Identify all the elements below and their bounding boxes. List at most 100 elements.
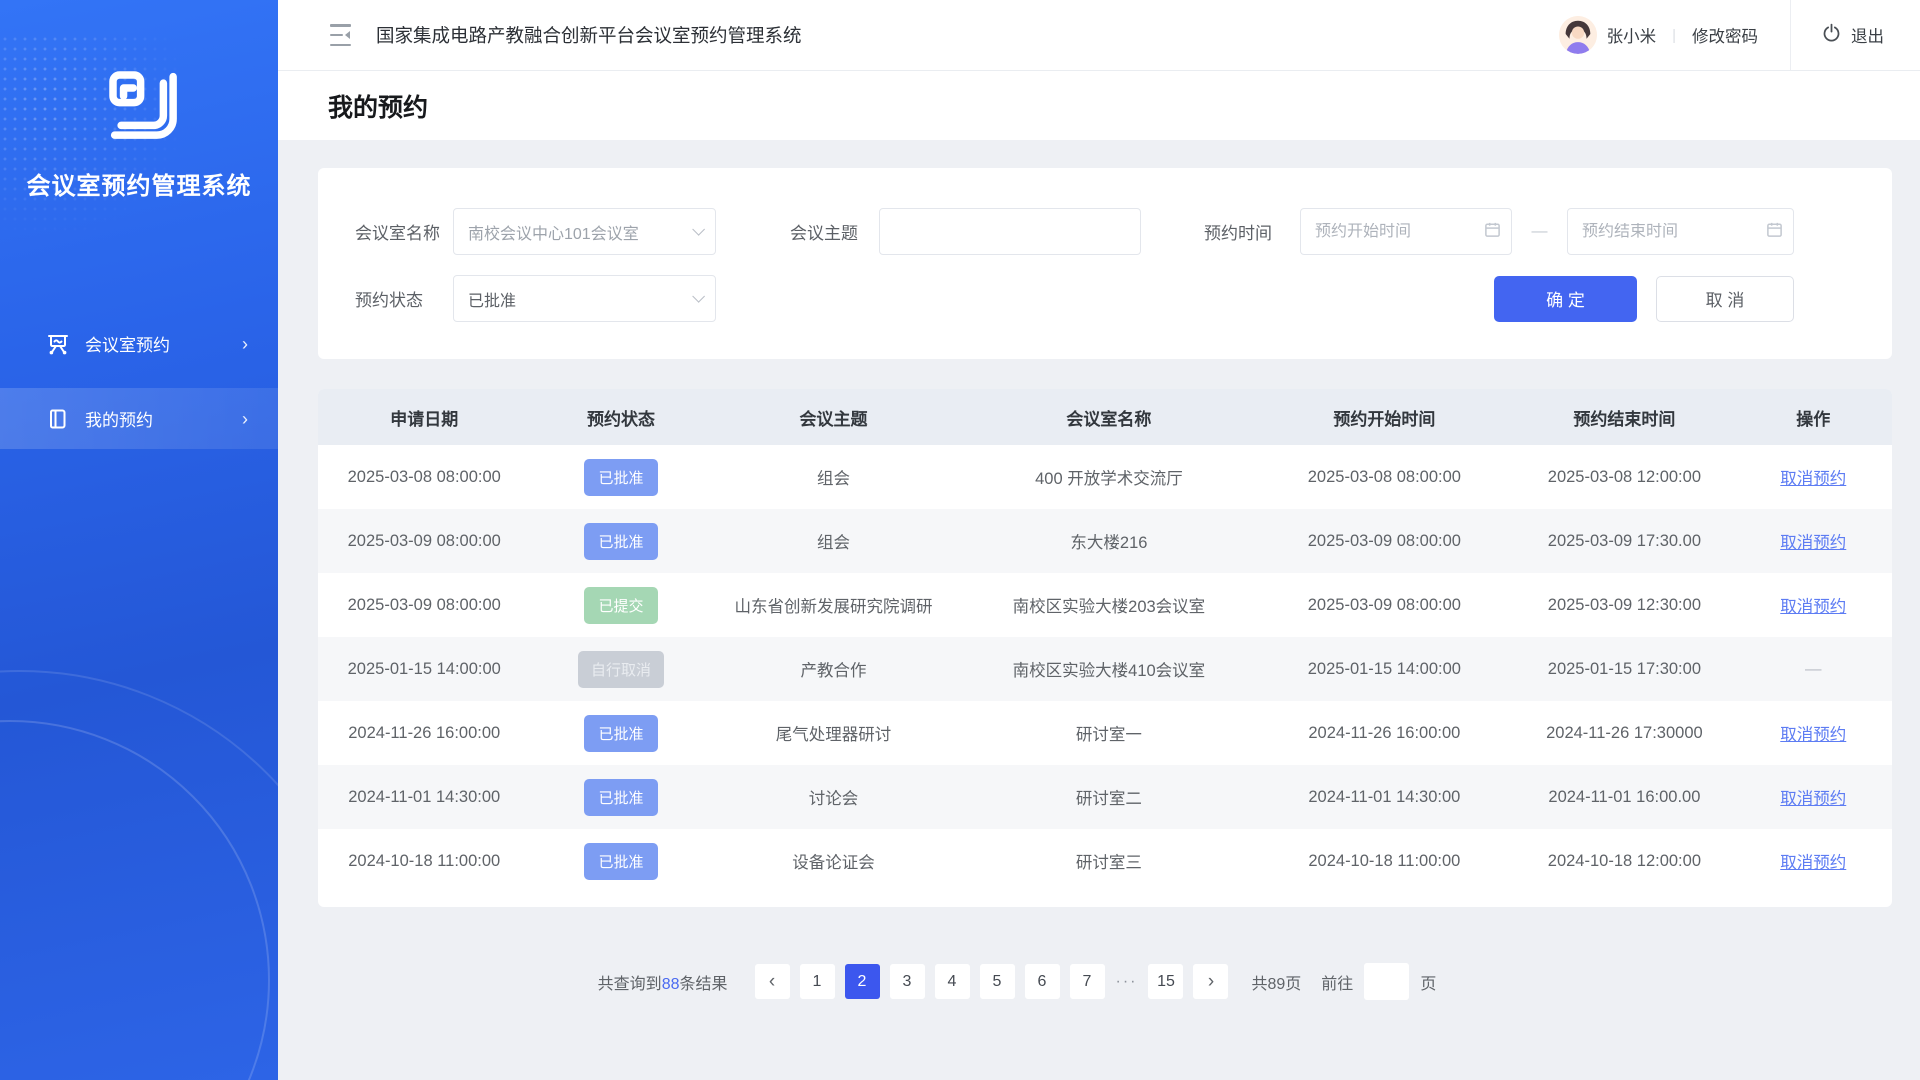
meeting-subject-input[interactable] — [894, 223, 1126, 241]
sidebar-item-room-reservation[interactable]: 会议室预约 › — [0, 313, 278, 374]
cell-start-time: 2025-03-09 08:00:00 — [1262, 596, 1506, 615]
cell-action: 取消预约 — [1742, 529, 1884, 553]
sidebar-item-label: 我的预约 — [85, 406, 153, 431]
cell-apply-date: 2025-03-08 08:00:00 — [318, 468, 530, 487]
sidebar-curve-decoration — [0, 670, 278, 1080]
end-time-input[interactable] — [1582, 223, 1762, 241]
cell-action: 取消预约 — [1742, 785, 1884, 809]
column-header: 申请日期 — [318, 405, 530, 430]
column-header: 预约结束时间 — [1506, 405, 1742, 430]
table-row: 2025-03-08 08:00:00 已批准 组会 400 开放学术交流厅 2… — [318, 445, 1892, 509]
cell-start-time: 2025-01-15 14:00:00 — [1262, 660, 1506, 679]
cell-status: 已批准 — [530, 843, 711, 880]
logout-label: 退出 — [1851, 23, 1884, 47]
app-title: 国家集成电路产教融合创新平台会议室预约管理系统 — [376, 22, 802, 48]
reservation-status-label: 预约状态 — [355, 286, 453, 311]
cell-subject: 产教合作 — [711, 657, 955, 681]
cancel-reservation-link[interactable]: 取消预约 — [1780, 534, 1846, 552]
username: 张小米 — [1607, 23, 1657, 47]
table-row: 2024-11-26 16:00:00 已批准 尾气处理器研讨 研讨室一 202… — [318, 701, 1892, 765]
page-button[interactable]: 15 — [1148, 964, 1183, 999]
room-name-select-value: 南校会议中心101会议室 — [468, 220, 639, 244]
sidebar-menu: 会议室预约 › 我的预约 › — [0, 313, 278, 449]
room-name-label: 会议室名称 — [355, 219, 453, 244]
cell-action: 取消预约 — [1742, 849, 1884, 873]
chevron-down-icon — [692, 290, 705, 303]
notebook-icon — [46, 407, 70, 431]
cell-status: 已批准 — [530, 459, 711, 496]
main-content: 会议室名称 南校会议中心101会议室 会议主题 预约时间 — [278, 140, 1920, 1080]
cell-room: 400 开放学术交流厅 — [955, 465, 1262, 489]
page-button-active[interactable]: 2 — [845, 964, 880, 999]
page-title-strip: 我的预约 — [278, 71, 1920, 140]
cell-end-time: 2024-11-26 17:30000 — [1506, 724, 1742, 743]
meeting-subject-label: 会议主题 — [790, 219, 879, 244]
start-time-input[interactable] — [1315, 223, 1480, 241]
cell-end-time: 2025-03-09 17:30.00 — [1506, 532, 1742, 551]
sidebar-dots-decoration — [0, 34, 180, 244]
cell-status: 已批准 — [530, 523, 711, 560]
confirm-button[interactable]: 确 定 — [1494, 276, 1637, 322]
menu-fold-icon[interactable] — [330, 24, 351, 46]
reservation-status-select[interactable]: 已批准 — [453, 275, 716, 322]
calendar-icon — [1766, 221, 1783, 243]
next-page-button[interactable]: › — [1193, 964, 1228, 999]
logout-button[interactable]: 退出 — [1790, 0, 1920, 70]
cell-subject: 组会 — [711, 529, 955, 553]
end-time-field — [1567, 208, 1794, 255]
column-header: 会议室名称 — [955, 405, 1262, 430]
sidebar-item-label: 会议室预约 — [85, 331, 170, 356]
cell-apply-date: 2024-11-26 16:00:00 — [318, 724, 530, 743]
user-menu[interactable]: 张小米 — [1559, 16, 1657, 54]
cell-apply-date: 2025-03-09 08:00:00 — [318, 596, 530, 615]
date-range-separator: — — [1512, 223, 1567, 241]
cell-action: 取消预约 — [1742, 593, 1884, 617]
cancel-reservation-link[interactable]: 取消预约 — [1780, 598, 1846, 616]
power-icon — [1821, 22, 1842, 48]
cell-status: 自行取消 — [530, 651, 711, 688]
page-button[interactable]: 1 — [800, 964, 835, 999]
status-badge: 自行取消 — [578, 651, 664, 688]
cancel-reservation-link[interactable]: 取消预约 — [1780, 854, 1846, 872]
results-count: 88 — [662, 976, 680, 993]
pages-ellipsis[interactable]: ··· — [1116, 973, 1138, 991]
table-header-row: 申请日期 预约状态 会议主题 会议室名称 预约开始时间 预约结束时间 操作 — [318, 389, 1892, 445]
page-button[interactable]: 5 — [980, 964, 1015, 999]
cell-subject: 设备论证会 — [711, 849, 955, 873]
cell-apply-date: 2024-11-01 14:30:00 — [318, 788, 530, 807]
cancel-button[interactable]: 取 消 — [1656, 276, 1794, 322]
user-avatar — [1559, 16, 1597, 54]
cancel-reservation-link[interactable]: 取消预约 — [1780, 790, 1846, 808]
cancel-reservation-link[interactable]: 取消预约 — [1780, 726, 1846, 744]
filter-panel: 会议室名称 南校会议中心101会议室 会议主题 预约时间 — [318, 168, 1892, 359]
cell-apply-date: 2025-01-15 14:00:00 — [318, 660, 530, 679]
results-summary: 共查询到88条结果 — [598, 970, 728, 994]
cell-action: 取消预约 — [1742, 721, 1884, 745]
cancel-reservation-link[interactable]: 取消预约 — [1780, 470, 1846, 488]
prev-page-button[interactable]: ‹ — [755, 964, 790, 999]
goto-page-input[interactable] — [1364, 963, 1409, 1000]
change-password-link[interactable]: 修改密码 — [1692, 23, 1758, 47]
room-name-select[interactable]: 南校会议中心101会议室 — [453, 208, 716, 255]
cell-room: 南校区实验大楼203会议室 — [955, 593, 1262, 617]
page-button[interactable]: 6 — [1025, 964, 1060, 999]
goto-page: 前往 页 — [1321, 963, 1436, 1000]
cell-apply-date: 2024-10-18 11:00:00 — [318, 852, 530, 871]
sidebar-item-my-reservations[interactable]: 我的预约 › — [0, 388, 278, 449]
status-badge: 已批准 — [584, 459, 658, 496]
reservations-table: 申请日期 预约状态 会议主题 会议室名称 预约开始时间 预约结束时间 操作 20… — [318, 389, 1892, 907]
cell-status: 已提交 — [530, 587, 711, 624]
page-button[interactable]: 3 — [890, 964, 925, 999]
cell-room: 研讨室二 — [955, 785, 1262, 809]
cell-start-time: 2025-03-09 08:00:00 — [1262, 532, 1506, 551]
page-button[interactable]: 7 — [1070, 964, 1105, 999]
reservation-time-label: 预约时间 — [1204, 219, 1300, 244]
table-row: 2024-10-18 11:00:00 已批准 设备论证会 研讨室三 2024-… — [318, 829, 1892, 893]
header-divider: | — [1672, 27, 1676, 44]
cell-end-time: 2024-10-18 12:00:00 — [1506, 852, 1742, 871]
cell-start-time: 2024-11-01 14:30:00 — [1262, 788, 1506, 807]
no-action-dash: — — [1805, 660, 1822, 678]
column-header: 预约开始时间 — [1262, 405, 1506, 430]
page-button[interactable]: 4 — [935, 964, 970, 999]
cell-room: 研讨室三 — [955, 849, 1262, 873]
